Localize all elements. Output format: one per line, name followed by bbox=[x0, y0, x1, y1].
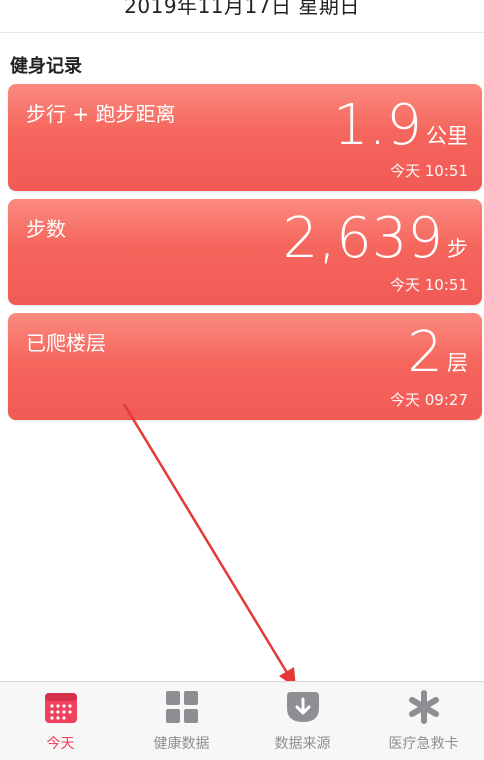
tab-label: 健康数据 bbox=[153, 736, 210, 752]
tab-medical-id[interactable]: 医疗急救卡 bbox=[363, 682, 484, 760]
calendar-icon bbox=[44, 690, 78, 728]
tab-today[interactable]: 今天 bbox=[0, 682, 121, 760]
tab-label: 医疗急救卡 bbox=[388, 736, 459, 752]
tab-label: 今天 bbox=[46, 736, 75, 752]
tab-health-data[interactable]: 健康数据 bbox=[121, 682, 242, 760]
download-icon bbox=[285, 690, 321, 728]
tab-label: 数据来源 bbox=[274, 736, 331, 752]
annotation-arrow bbox=[122, 403, 296, 688]
asterisk-icon bbox=[407, 690, 441, 728]
grid-icon bbox=[165, 690, 199, 728]
tab-bar: 今天 健康数据 数据来源 医疗急救卡 bbox=[0, 681, 484, 760]
tab-data-sources[interactable]: 数据来源 bbox=[242, 682, 363, 760]
